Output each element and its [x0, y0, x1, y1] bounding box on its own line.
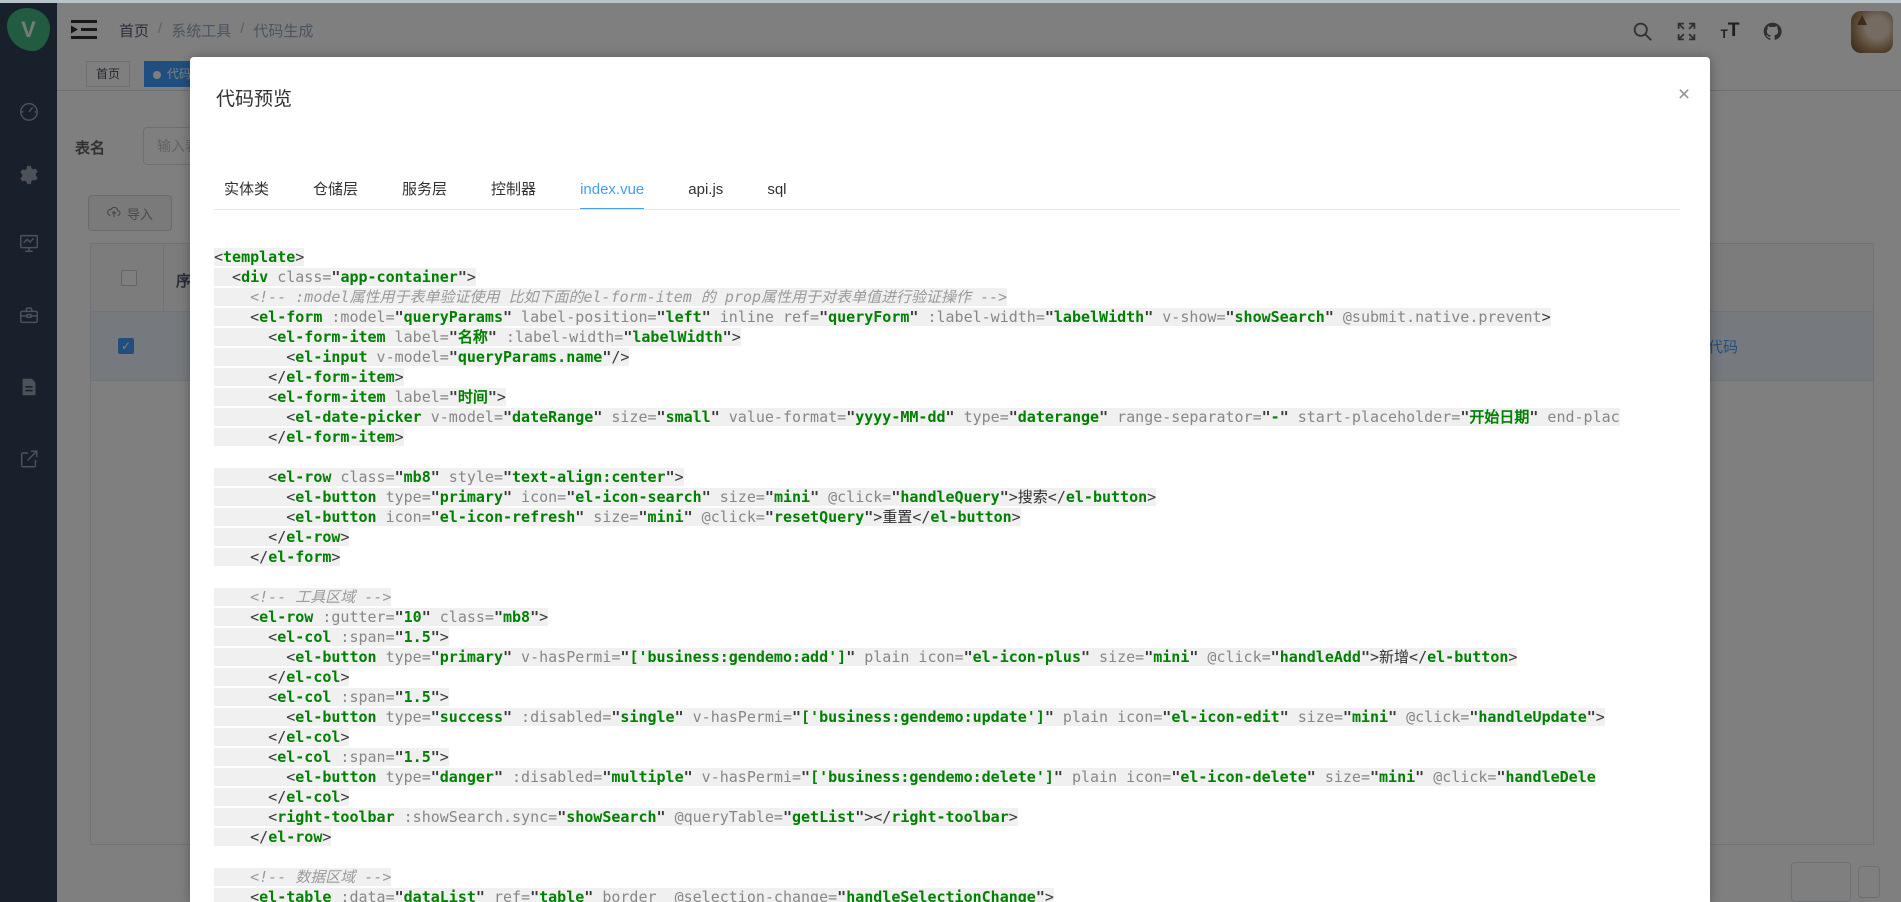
preview-tab-服务层[interactable]: 服务层 [402, 179, 447, 210]
code-line: <el-button type="success" :disabled="sin… [214, 707, 1684, 727]
code-line: <el-form-item label="名称" :label-width="l… [214, 327, 1684, 347]
code-line: <el-form :model="queryParams" label-posi… [214, 307, 1684, 327]
code-line: <el-row :gutter="10" class="mb8"> [214, 607, 1684, 627]
code-line [214, 847, 1684, 867]
code-line: <el-table :data="dataList" ref="table" b… [214, 887, 1684, 902]
preview-tab-index-vue[interactable]: index.vue [580, 179, 644, 210]
preview-tab-sql[interactable]: sql [767, 179, 786, 210]
code-line: <!-- 工具区域 --> [214, 587, 1684, 607]
code-line: <!-- :model属性用于表单验证使用 比如下面的el-form-item … [214, 287, 1684, 307]
preview-tab-仓储层[interactable]: 仓储层 [313, 179, 358, 210]
code-line: <template> [214, 247, 1684, 267]
code-line: <right-toolbar :showSearch.sync="showSea… [214, 807, 1684, 827]
code-line: <el-date-picker v-model="dateRange" size… [214, 407, 1684, 427]
close-icon[interactable]: × [1672, 83, 1696, 107]
dialog-title: 代码预览 [216, 84, 292, 111]
code-line: <el-input v-model="queryParams.name"/> [214, 347, 1684, 367]
preview-tab-控制器[interactable]: 控制器 [491, 179, 536, 210]
code-line: </el-row> [214, 527, 1684, 547]
code-line: <el-form-item label="时间"> [214, 387, 1684, 407]
code-line: </el-col> [214, 787, 1684, 807]
code-line: </el-form> [214, 547, 1684, 567]
code-preview-dialog: 代码预览 × 实体类 仓储层 服务层 控制器 index.vue api.js sql <t… [190, 57, 1710, 902]
code-line: </el-col> [214, 667, 1684, 687]
preview-tab-实体类[interactable]: 实体类 [224, 179, 269, 210]
code-line: <!-- 数据区域 --> [214, 867, 1684, 887]
code-line: </el-form-item> [214, 427, 1684, 447]
code-line: <el-button type="danger" :disabled="mult… [214, 767, 1684, 787]
code-line: <el-button icon="el-icon-refresh" size="… [214, 507, 1684, 527]
code-line: </el-col> [214, 727, 1684, 747]
code-line: <el-col :span="1.5"> [214, 627, 1684, 647]
top-edge-strip [0, 0, 1901, 3]
code-preview-pane[interactable]: <template> <div class="app-container"> <… [214, 247, 1684, 902]
code-line [214, 567, 1684, 587]
code-line: <el-col :span="1.5"> [214, 747, 1684, 767]
code-line: <el-button type="primary" icon="el-icon-… [214, 487, 1684, 507]
code-line [214, 447, 1684, 467]
app-viewport: V 首页/系统工具/代码生成 TT [0, 0, 1901, 902]
preview-tab-api-js[interactable]: api.js [688, 179, 723, 210]
code-line: <el-col :span="1.5"> [214, 687, 1684, 707]
tabs-divider [214, 209, 1680, 210]
code-line: <el-row class="mb8" style="text-align:ce… [214, 467, 1684, 487]
code-line: <el-button type="primary" v-hasPermi="['… [214, 647, 1684, 667]
dialog-tabs: 实体类 仓储层 服务层 控制器 index.vue api.js sql [224, 179, 1680, 210]
code-line: </el-row> [214, 827, 1684, 847]
code-line: <div class="app-container"> [214, 267, 1684, 287]
code-line: </el-form-item> [214, 367, 1684, 387]
